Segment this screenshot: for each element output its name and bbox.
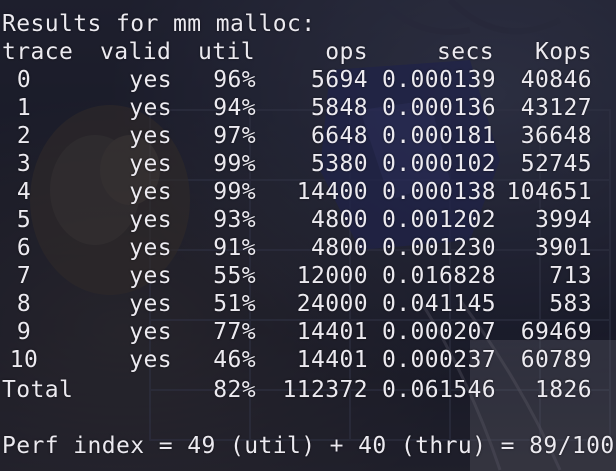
- cell-ops: 12000: [296, 263, 368, 289]
- cell-util: 94%: [213, 95, 256, 121]
- cell-trace: 6: [16, 235, 32, 261]
- cell-trace: 1: [16, 95, 32, 121]
- cell-trace: 9: [16, 319, 32, 345]
- cell-util: 77%: [213, 319, 256, 345]
- cell-util: 99%: [213, 179, 256, 205]
- cell-trace: 5: [16, 207, 32, 233]
- cell-ops: 14401: [296, 347, 368, 373]
- table-row: 9 yes 77% 14401 0.000207 69469: [2, 318, 614, 346]
- cell-kops: 40846: [520, 67, 592, 93]
- cell-valid: yes: [129, 319, 172, 345]
- cell-valid: yes: [129, 235, 172, 261]
- table-row: 10 yes 46% 14401 0.000237 60789: [2, 346, 614, 374]
- cell-secs: 0.000102: [382, 151, 496, 177]
- cell-ops: 4800: [311, 235, 368, 261]
- cell-util: 99%: [213, 151, 256, 177]
- table-row: 7 yes 55% 12000 0.016828 713: [2, 262, 614, 290]
- cell-valid: yes: [129, 263, 172, 289]
- table-row: 5 yes 93% 4800 0.001202 3994: [2, 206, 614, 234]
- cell-util: 51%: [213, 291, 256, 317]
- cell-trace: 3: [16, 151, 32, 177]
- table-row: 1 yes 94% 5848 0.000136 43127: [2, 94, 614, 122]
- results-heading: Results for mm malloc:: [2, 11, 316, 37]
- cell-kops: 104651: [506, 179, 592, 205]
- table-row: 8 yes 51% 24000 0.041145 583: [2, 290, 614, 318]
- cell-secs: 0.001230: [382, 235, 496, 261]
- column-header-secs: secs: [437, 39, 494, 65]
- cell-secs: 0.001202: [382, 207, 496, 233]
- column-header-ops: ops: [325, 39, 368, 65]
- table-row: 3 yes 99% 5380 0.000102 52745: [2, 150, 614, 178]
- cell-secs: 0.000181: [382, 123, 496, 149]
- total-kops: 1826: [535, 377, 592, 403]
- cell-kops: 60789: [520, 347, 592, 373]
- cell-kops: 69469: [520, 319, 592, 345]
- perf-index-line: Perf index = 49 (util) + 40 (thru) = 89/…: [2, 433, 615, 459]
- cell-secs: 0.000207: [382, 319, 496, 345]
- column-header-kops: Kops: [535, 39, 592, 65]
- cell-secs: 0.000136: [382, 95, 496, 121]
- cell-valid: yes: [129, 67, 172, 93]
- cell-util: 46%: [213, 347, 256, 373]
- cell-valid: yes: [129, 207, 172, 233]
- cell-ops: 5380: [311, 151, 368, 177]
- cell-ops: 14401: [296, 319, 368, 345]
- cell-ops: 4800: [311, 207, 368, 233]
- cell-ops: 5694: [311, 67, 368, 93]
- cell-ops: 14400: [296, 179, 368, 205]
- cell-secs: 0.000138: [382, 179, 496, 205]
- cell-trace: 8: [16, 291, 32, 317]
- cell-ops: 6648: [311, 123, 368, 149]
- cell-util: 93%: [213, 207, 256, 233]
- table-row: 4 yes 99% 14400 0.000138 104651: [2, 178, 614, 206]
- cell-valid: yes: [129, 179, 172, 205]
- cell-trace: 4: [16, 179, 32, 205]
- cell-util: 55%: [213, 263, 256, 289]
- cell-valid: yes: [129, 151, 172, 177]
- cell-valid: yes: [129, 95, 172, 121]
- table-row: 0 yes 96% 5694 0.000139 40846: [2, 66, 614, 94]
- cell-ops: 24000: [296, 291, 368, 317]
- cell-valid: yes: [129, 291, 172, 317]
- cell-valid: yes: [129, 347, 172, 373]
- cell-kops: 713: [549, 263, 592, 289]
- cell-util: 96%: [213, 67, 256, 93]
- table-row: 2 yes 97% 6648 0.000181 36648: [2, 122, 614, 150]
- cell-trace: 7: [16, 263, 32, 289]
- total-util: 82%: [213, 377, 256, 403]
- cell-kops: 3994: [535, 207, 592, 233]
- column-header-util: util: [198, 39, 255, 65]
- cell-secs: 0.016828: [382, 263, 496, 289]
- cell-kops: 43127: [520, 95, 592, 121]
- total-label: Total: [2, 377, 74, 403]
- cell-kops: 52745: [520, 151, 592, 177]
- cell-ops: 5848: [311, 95, 368, 121]
- cell-valid: yes: [129, 123, 172, 149]
- cell-kops: 36648: [520, 123, 592, 149]
- cell-secs: 0.000139: [382, 67, 496, 93]
- cell-trace: 0: [16, 67, 32, 93]
- cell-secs: 0.000237: [382, 347, 496, 373]
- cell-trace: 10: [9, 347, 39, 373]
- table-header-row: trace valid util ops secs Kops: [2, 38, 614, 66]
- cell-util: 91%: [213, 235, 256, 261]
- cell-kops: 583: [549, 291, 592, 317]
- cell-secs: 0.041145: [382, 291, 496, 317]
- terminal-window[interactable]: Results for mm malloc: trace valid util …: [0, 0, 616, 471]
- total-ops: 112372: [282, 377, 368, 403]
- total-secs: 0.061546: [382, 377, 496, 403]
- column-header-valid: valid: [100, 39, 172, 65]
- cell-trace: 2: [16, 123, 32, 149]
- cell-util: 97%: [213, 123, 256, 149]
- table-row: 6 yes 91% 4800 0.001230 3901: [2, 234, 614, 262]
- cell-kops: 3901: [535, 235, 592, 261]
- total-row: Total 82% 112372 0.061546 1826: [2, 376, 614, 404]
- column-header-trace: trace: [2, 39, 74, 65]
